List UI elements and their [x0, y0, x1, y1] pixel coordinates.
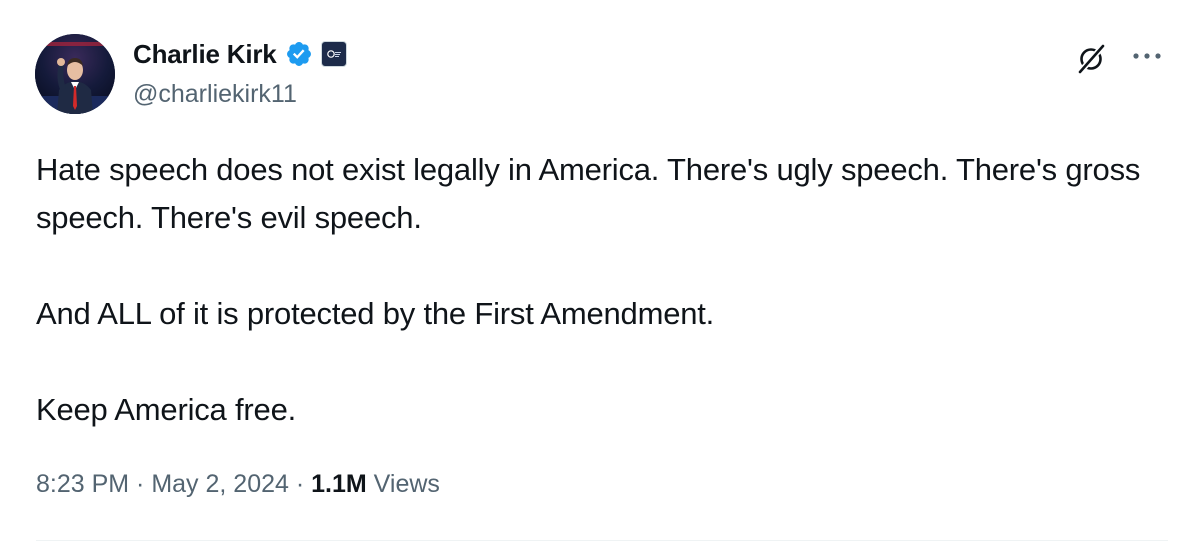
tweet-meta: 8:23 PM · May 2, 2024 · 1.1M Views	[36, 470, 440, 499]
tweet-time[interactable]: 8:23 PM	[36, 470, 129, 499]
tweet-paragraph: And ALL of it is protected by the First …	[36, 296, 715, 331]
avatar[interactable]	[35, 34, 115, 114]
tweet-text: Hate speech does not exist legally in Am…	[36, 146, 1156, 434]
author-display-name[interactable]: Charlie Kirk	[133, 39, 277, 70]
divider	[36, 540, 1168, 541]
views-label: Views	[366, 470, 440, 498]
tweet-paragraph: Keep America free.	[36, 392, 297, 427]
meta-separator: ·	[129, 470, 152, 498]
grok-icon[interactable]	[1072, 40, 1110, 78]
avatar-image	[35, 34, 115, 114]
author-handle[interactable]: @charliekirk11	[133, 80, 297, 109]
tweet: Charlie Kirk @charliekirk11 Hate speech …	[0, 0, 1204, 544]
tweet-paragraph: Hate speech does not exist legally in Am…	[36, 152, 1141, 235]
views-count: 1.1M	[311, 470, 367, 498]
verified-badge-icon[interactable]	[285, 40, 313, 68]
tweet-date[interactable]: May 2, 2024	[151, 470, 289, 499]
meta-separator: ·	[288, 470, 312, 498]
affiliate-badge-icon[interactable]	[320, 41, 347, 67]
author-name-row: Charlie Kirk	[133, 36, 347, 72]
more-icon[interactable]	[1128, 40, 1166, 72]
